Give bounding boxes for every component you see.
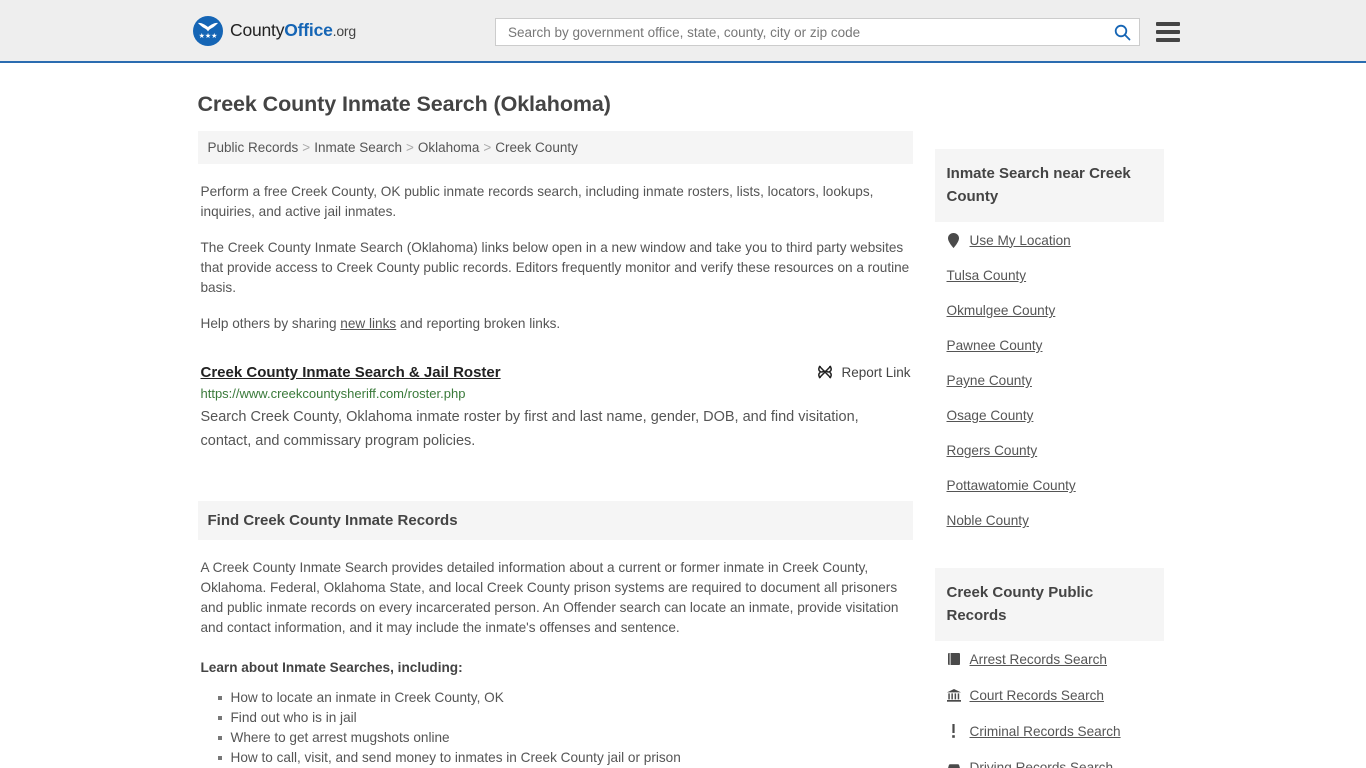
- result-url: https://www.creekcountysheriff.com/roste…: [200, 386, 466, 401]
- sidebar-link-label[interactable]: Arrest Records Search: [970, 652, 1108, 667]
- search-box[interactable]: [495, 18, 1140, 46]
- section-paragraph: A Creek County Inmate Search provides de…: [200, 560, 899, 635]
- page-title: Creek County Inmate Search (Oklahoma): [197, 92, 611, 116]
- breadcrumb-separator-3: >: [483, 140, 492, 155]
- section-lead-text: Learn about Inmate Searches, including:: [200, 660, 463, 675]
- breadcrumb: Public Records > Inmate Search > Oklahoma > Cr…: [197, 131, 913, 164]
- sidebar-link-label[interactable]: Osage County: [947, 408, 1034, 423]
- learn-about-list: How to locate an inmate in Creek County,…: [201, 688, 913, 768]
- sidebar-item-payne-county[interactable]: Payne County: [935, 363, 1164, 398]
- page-body: Creek County Inmate Search (Oklahoma) Pu…: [0, 92, 1366, 768]
- result-title-link[interactable]: Creek County Inmate Search & Jail Roster: [201, 364, 501, 381]
- sidebar-item-use-my-location[interactable]: Use My Location: [935, 222, 1164, 258]
- breadcrumb-item-inmate-search[interactable]: Inmate Search: [314, 140, 402, 155]
- hamburger-bar-2: [1156, 30, 1180, 34]
- sidebar-heading-public-records: Creek County Public Records: [934, 568, 1164, 641]
- sidebar-link-label[interactable]: Payne County: [947, 373, 1032, 388]
- sidebar-item-osage-county[interactable]: Osage County: [935, 398, 1164, 433]
- report-link-button[interactable]: Report Link: [817, 364, 911, 380]
- sidebar-item-pawnee-county[interactable]: Pawnee County: [935, 328, 1164, 363]
- breadcrumb-separator-2: >: [405, 140, 414, 155]
- hamburger-menu-icon[interactable]: [1156, 22, 1180, 42]
- logo-stars: ★★★: [198, 32, 218, 40]
- sidebar-nearby-list: Use My Location Tulsa County Okmulgee Co…: [935, 222, 1164, 538]
- list-item: How to locate an inmate in Creek County,…: [217, 688, 913, 708]
- county-office-logo-icon: ★★★: [193, 15, 223, 46]
- sidebar-heading-nearby: Inmate Search near Creek County: [934, 149, 1164, 222]
- section-heading-find-records: Find Creek County Inmate Records: [197, 501, 913, 540]
- search-input[interactable]: [506, 19, 1111, 45]
- breadcrumb-item-creek-county[interactable]: Creek County: [495, 140, 578, 155]
- intro-paragraph-1: Perform a free Creek County, OK public i…: [200, 184, 874, 219]
- broken-link-icon: [818, 365, 833, 379]
- sidebar-item-criminal-records[interactable]: Criminal Records Search: [935, 713, 1164, 749]
- list-item: How to call, visit, and send money to in…: [217, 748, 913, 768]
- two-column-layout: Public Records > Inmate Search > Oklahoma > Cr…: [191, 131, 1176, 768]
- site-header: ★★★ CountyOffice.org: [0, 0, 1366, 63]
- sidebar-item-rogers-county[interactable]: Rogers County: [935, 433, 1164, 468]
- sidebar-item-pottawatomie-county[interactable]: Pottawatomie County: [935, 468, 1164, 503]
- sidebar-link-label[interactable]: Tulsa County: [947, 268, 1027, 283]
- content-container: Creek County Inmate Search (Oklahoma) Pu…: [191, 92, 1176, 768]
- breadcrumb-item-public-records[interactable]: Public Records: [208, 140, 299, 155]
- search-button[interactable]: [1111, 21, 1133, 43]
- sidebar-link-label[interactable]: Use My Location: [970, 233, 1071, 248]
- hamburger-bar-3: [1156, 38, 1180, 42]
- search-icon: [1114, 24, 1130, 40]
- section-body: A Creek County Inmate Search provides de…: [198, 558, 913, 768]
- sidebar-item-tulsa-county[interactable]: Tulsa County: [935, 258, 1164, 293]
- sidebar-link-label[interactable]: Pawnee County: [947, 338, 1043, 353]
- sidebar-link-label[interactable]: Criminal Records Search: [970, 724, 1121, 739]
- site-logo[interactable]: ★★★ CountyOffice.org: [193, 15, 356, 46]
- sidebar-link-label[interactable]: Rogers County: [947, 443, 1038, 458]
- sidebar-link-label[interactable]: Noble County: [947, 513, 1029, 528]
- intro-section: Perform a free Creek County, OK public i…: [198, 182, 913, 334]
- intro-p3-before: Help others by sharing: [200, 316, 341, 331]
- car-icon: [947, 759, 961, 768]
- sidebar-item-noble-county[interactable]: Noble County: [935, 503, 1164, 538]
- courthouse-icon: [946, 687, 961, 703]
- new-links-link[interactable]: new links: [340, 316, 396, 331]
- header-search-zone: [495, 18, 1180, 46]
- intro-paragraph-3: Help others by sharing new links and rep…: [201, 314, 913, 334]
- map-pin-icon: [947, 232, 961, 248]
- link-result-header: Creek County Inmate Search & Jail Roster: [201, 364, 913, 381]
- book-icon: [947, 651, 961, 667]
- sidebar: Inmate Search near Creek County Use My L…: [934, 131, 1164, 768]
- link-result-item: Creek County Inmate Search & Jail Roster: [201, 364, 913, 453]
- sidebar-link-label[interactable]: Okmulgee County: [947, 303, 1056, 318]
- sidebar-item-driving-records[interactable]: Driving Records Search: [935, 749, 1164, 768]
- logo-text-org: .org: [332, 23, 357, 39]
- sidebar-link-label[interactable]: Pottawatomie County: [947, 478, 1076, 493]
- sidebar-link-label[interactable]: Driving Records Search: [970, 760, 1114, 768]
- report-link-label: Report Link: [841, 364, 911, 380]
- logo-text-county: County: [230, 20, 285, 40]
- intro-paragraph-2: The Creek County Inmate Search (Oklahoma…: [200, 240, 910, 295]
- sidebar-item-court-records[interactable]: Court Records Search: [935, 677, 1164, 713]
- sidebar-public-records-list: Arrest Records Search Court Records Sear…: [935, 641, 1164, 768]
- sidebar-link-label[interactable]: Court Records Search: [970, 688, 1104, 703]
- list-item: Where to get arrest mugshots online: [217, 728, 913, 748]
- list-item: Find out who is in jail: [217, 708, 913, 728]
- logo-text-office: Office: [284, 20, 333, 40]
- eagle-icon: [198, 22, 218, 31]
- breadcrumb-item-oklahoma[interactable]: Oklahoma: [418, 140, 480, 155]
- sidebar-item-okmulgee-county[interactable]: Okmulgee County: [935, 293, 1164, 328]
- logo-wordmark: CountyOffice.org: [230, 20, 356, 41]
- sidebar-item-arrest-records[interactable]: Arrest Records Search: [935, 641, 1164, 677]
- hamburger-bar-1: [1156, 22, 1180, 26]
- result-description: Search Creek County, Oklahoma inmate ros…: [200, 409, 859, 449]
- breadcrumb-separator-1: >: [302, 140, 311, 155]
- exclamation-icon: [947, 723, 961, 739]
- intro-p3-after: and reporting broken links.: [396, 316, 561, 331]
- main-column: Public Records > Inmate Search > Oklahoma > Cr…: [197, 131, 913, 768]
